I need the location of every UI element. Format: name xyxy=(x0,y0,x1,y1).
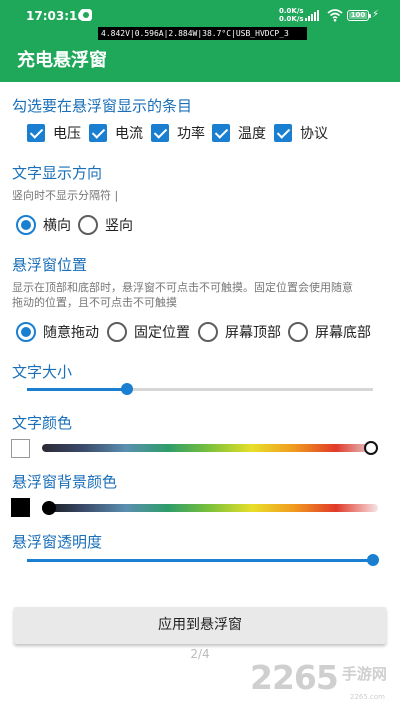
status-time: 17:03:16 xyxy=(26,9,86,23)
radio-selected-icon xyxy=(16,215,36,235)
position-section-title: 悬浮窗位置 xyxy=(12,256,88,274)
radio-unselected-icon xyxy=(288,322,308,342)
watermark-logo: 2265 手游网 xyxy=(250,656,387,696)
text-size-slider[interactable] xyxy=(27,383,373,395)
checkbox-power[interactable]: 功率 xyxy=(151,123,205,143)
checkbox-voltage[interactable]: 电压 xyxy=(27,123,81,143)
radio-label: 竖向 xyxy=(105,218,133,234)
position-hint-line1: 显示在顶部和底部时，悬浮窗不可点击不可触摸。固定位置会使用随意 xyxy=(12,281,353,294)
watermark-number: 2265 xyxy=(250,658,339,697)
checkbox-label: 电流 xyxy=(115,126,143,142)
wifi-icon xyxy=(327,9,343,22)
charging-icon: ⚡ xyxy=(372,9,380,20)
text-color-section-title: 文字颜色 xyxy=(12,414,73,432)
position-hint-line2: 拖动的位置，且不可点击不可触摸 xyxy=(12,296,177,309)
checkbox-temperature[interactable]: 温度 xyxy=(212,123,266,143)
app-notification-icon xyxy=(80,9,92,21)
radio-screen-bottom[interactable]: 屏幕底部 xyxy=(288,321,371,343)
checkbox-label: 功率 xyxy=(177,126,205,142)
net-up-speed: 0.0K/s xyxy=(279,7,304,15)
radio-horizontal[interactable]: 横向 xyxy=(16,214,71,236)
radio-free-drag[interactable]: 随意拖动 xyxy=(16,321,99,343)
floating-window-readout[interactable]: 4.842V|0.596A|2.884W|38.7°C|USB_HVDCP_3 xyxy=(98,27,307,40)
items-section-title: 勾选要在悬浮窗显示的条目 xyxy=(12,97,193,115)
app-title: 充电悬浮窗 xyxy=(17,50,107,71)
radio-unselected-icon xyxy=(78,215,98,235)
watermark-sub: 2265.com xyxy=(350,693,385,701)
checkbox-checked-icon xyxy=(151,124,169,142)
radio-unselected-icon xyxy=(107,322,127,342)
text-size-slider-thumb[interactable] xyxy=(121,383,134,395)
opacity-section-title: 悬浮窗透明度 xyxy=(12,533,103,551)
radio-screen-top[interactable]: 屏幕顶部 xyxy=(198,321,281,343)
text-color-slider[interactable] xyxy=(42,441,378,455)
checkbox-current[interactable]: 电流 xyxy=(89,123,143,143)
network-speed: 0.0K/s 0.0K/s xyxy=(279,7,304,23)
checkbox-label: 电压 xyxy=(53,126,81,142)
checkbox-label: 协议 xyxy=(300,126,328,142)
checkbox-protocol[interactable]: 协议 xyxy=(274,123,328,143)
radio-label: 横向 xyxy=(43,218,71,234)
opacity-slider-fill xyxy=(27,559,373,562)
opacity-slider[interactable] xyxy=(27,554,379,566)
checkbox-checked-icon xyxy=(212,124,230,142)
direction-section-title: 文字显示方向 xyxy=(12,164,103,182)
checkbox-checked-icon xyxy=(274,124,292,142)
checkbox-checked-icon xyxy=(27,124,45,142)
text-size-slider-fill xyxy=(27,388,128,391)
radio-label: 随意拖动 xyxy=(43,325,99,341)
bg-color-slider[interactable] xyxy=(42,501,378,515)
app-bar: 充电悬浮窗 xyxy=(0,34,400,82)
checkbox-checked-icon xyxy=(89,124,107,142)
apply-to-floating-window-button[interactable]: 应用到悬浮窗 xyxy=(14,607,386,644)
radio-label: 屏幕顶部 xyxy=(225,325,281,341)
checkbox-label: 温度 xyxy=(238,126,266,142)
direction-hint: 竖向时不显示分隔符 | xyxy=(12,189,119,202)
bg-color-section-title: 悬浮窗背景颜色 xyxy=(12,473,118,491)
net-down-speed: 0.0K/s xyxy=(279,15,304,23)
radio-fixed-position[interactable]: 固定位置 xyxy=(107,321,190,343)
radio-label: 固定位置 xyxy=(134,325,190,341)
battery-icon: 100 xyxy=(347,10,371,21)
radio-selected-icon xyxy=(16,322,36,342)
radio-label: 屏幕底部 xyxy=(315,325,371,341)
text-color-slider-thumb[interactable] xyxy=(364,441,378,455)
watermark-text: 手游网 xyxy=(341,665,387,683)
radio-vertical[interactable]: 竖向 xyxy=(78,214,133,236)
battery-level: 100 xyxy=(350,11,366,19)
bg-color-swatch xyxy=(11,498,30,517)
bg-color-slider-thumb[interactable] xyxy=(42,501,56,515)
opacity-slider-thumb[interactable] xyxy=(367,554,379,566)
radio-unselected-icon xyxy=(198,322,218,342)
text-color-swatch xyxy=(11,439,30,458)
signal-icon xyxy=(305,10,321,21)
text-size-section-title: 文字大小 xyxy=(12,363,73,381)
